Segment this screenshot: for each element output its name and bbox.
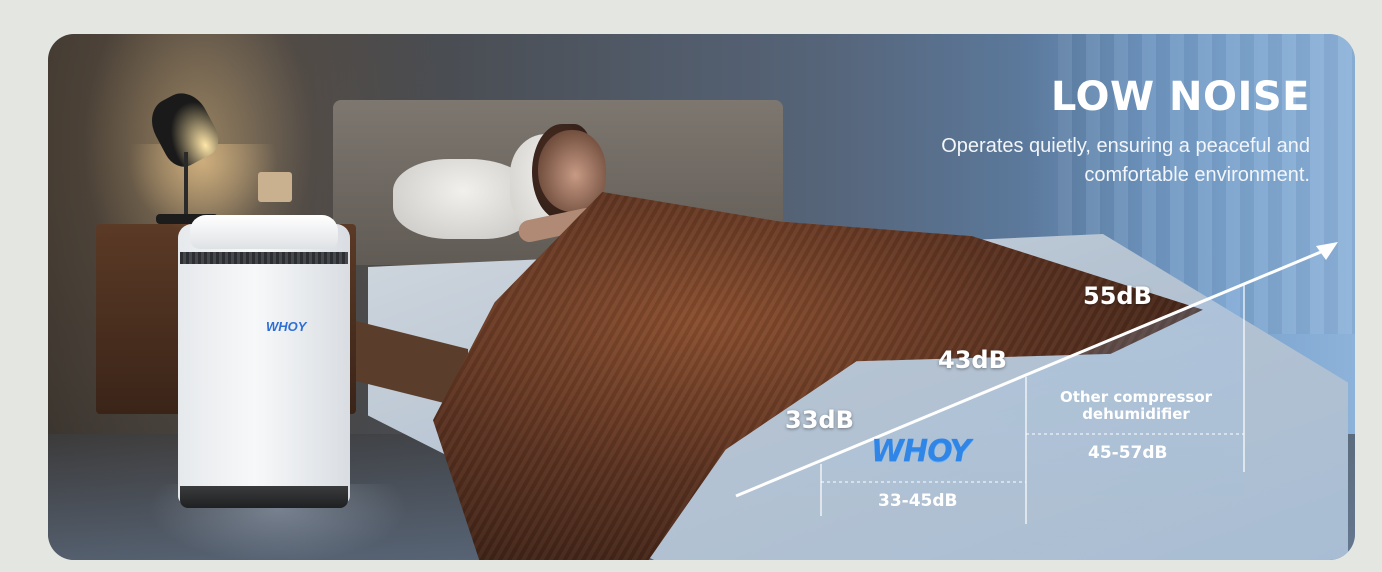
- other-dehumidifier-label: Other compressor dehumidifier: [1026, 389, 1246, 423]
- whoy-range-label: 33-45dB: [878, 491, 958, 511]
- other-range-label: 45-57dB: [1088, 443, 1168, 463]
- other-label-line-2: dehumidifier: [1082, 405, 1190, 423]
- level-33db: 33dB: [785, 406, 854, 434]
- level-55db: 55dB: [1083, 282, 1152, 310]
- level-43db: 43dB: [938, 346, 1007, 374]
- noise-comparison-chart: [735, 242, 1338, 524]
- whoy-brand-logo: WHOY: [871, 434, 971, 469]
- page-background: WHOY LOW NOISE Operates quietly, ensurin…: [0, 0, 1382, 572]
- other-label-line-1: Other compressor: [1059, 388, 1213, 406]
- trend-arrow-head: [1316, 242, 1338, 260]
- product-banner: WHOY LOW NOISE Operates quietly, ensurin…: [48, 34, 1355, 560]
